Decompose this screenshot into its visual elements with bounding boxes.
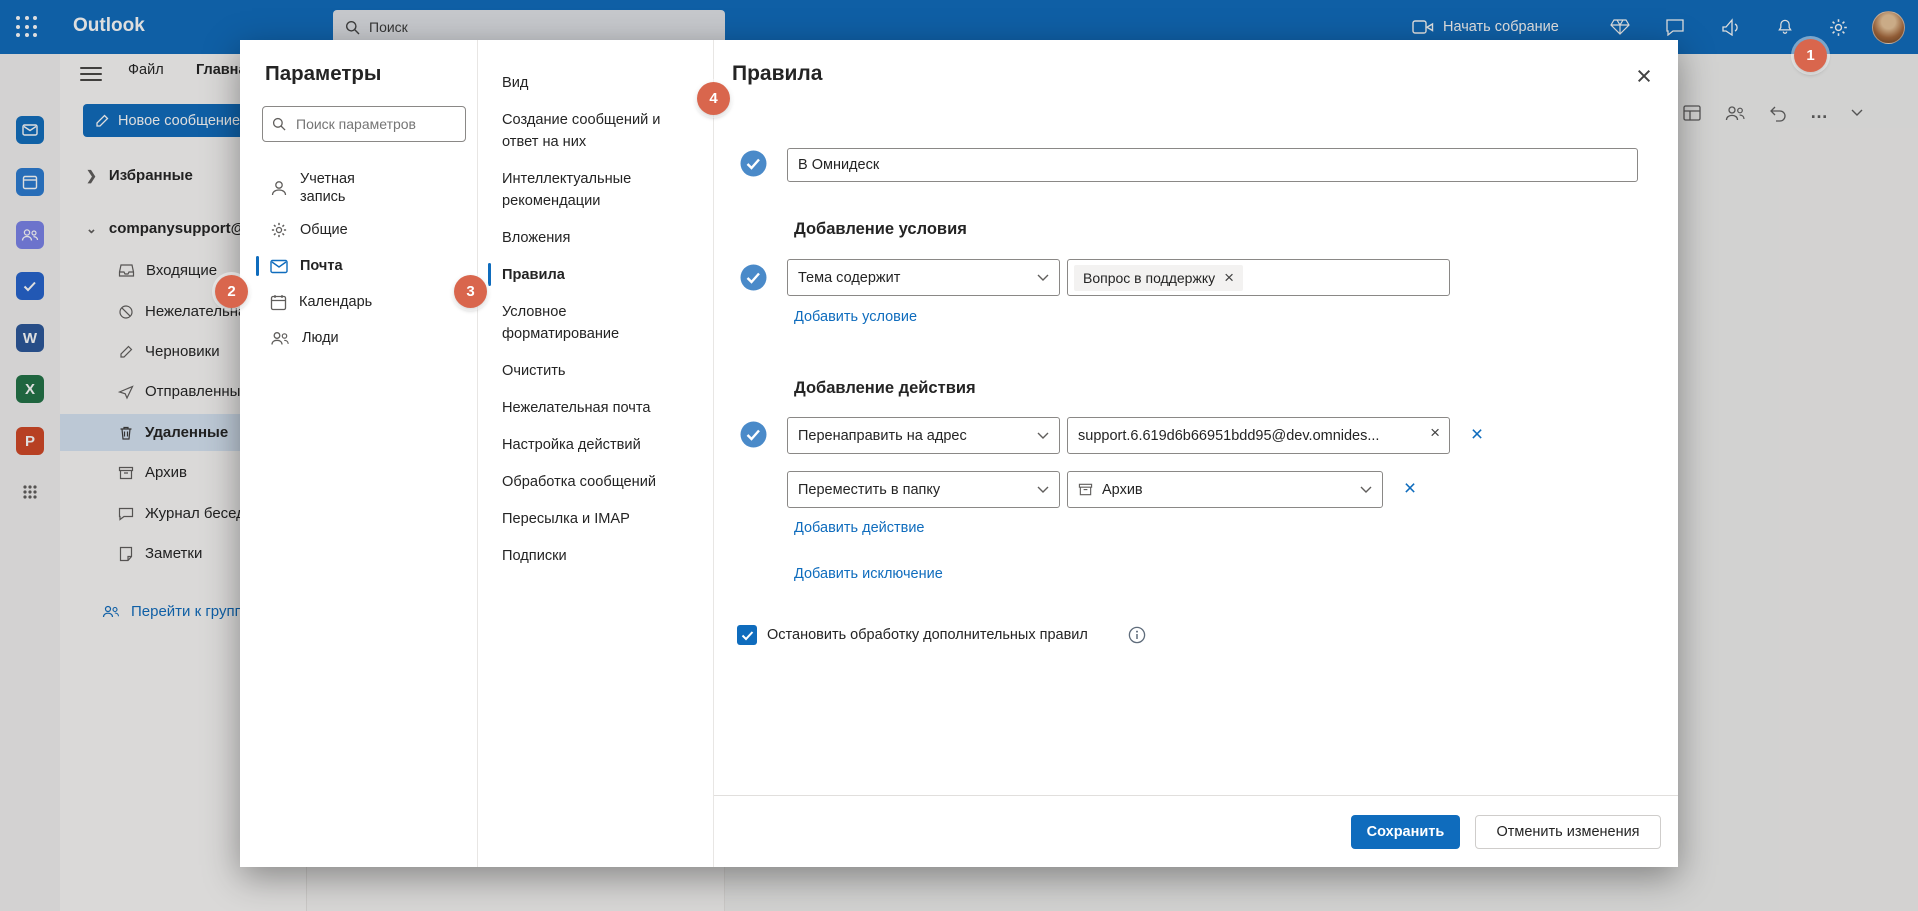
category-view[interactable]: Вид <box>478 64 713 101</box>
category-compose-reply[interactable]: Создание сообщений и ответ на них <box>478 101 693 160</box>
stop-processing-label: Остановить обработку дополнительных прав… <box>767 627 1088 643</box>
search-icon <box>272 117 286 131</box>
condition-select[interactable]: Тема содержит <box>787 259 1060 296</box>
remove-action2-icon[interactable]: × <box>1399 478 1421 501</box>
remove-action1-icon[interactable]: × <box>1466 424 1488 447</box>
person-icon <box>271 181 287 196</box>
nav-account[interactable]: Учетная запись <box>240 164 477 212</box>
chevron-down-icon <box>1037 486 1049 493</box>
settings-title: Параметры <box>265 62 382 85</box>
settings-modal: Параметры Учетная запись Общие Почта <box>240 40 1678 867</box>
chevron-down-icon <box>1037 432 1049 439</box>
screen: W X P Файл Главная Новое сообщение ❯ Изб… <box>0 0 1918 911</box>
remove-chip-icon[interactable]: × <box>1224 269 1234 286</box>
info-icon[interactable] <box>1128 626 1146 644</box>
category-sweep[interactable]: Очистить <box>478 352 713 389</box>
settings-search-input[interactable] <box>294 115 444 133</box>
rules-title: Правила <box>732 62 823 85</box>
action1-value-field[interactable]: × <box>1067 417 1450 454</box>
category-conditional-formatting[interactable]: Условное форматирование <box>478 293 658 352</box>
settings-search-field[interactable] <box>262 106 466 142</box>
add-condition-link[interactable]: Добавить условие <box>794 309 917 325</box>
action2-folder-select[interactable]: Архив <box>1067 471 1383 508</box>
save-button[interactable]: Сохранить <box>1351 815 1460 849</box>
action2-select[interactable]: Переместить в папку <box>787 471 1060 508</box>
annotation-badge-2: 2 <box>215 275 248 308</box>
calendar-icon <box>270 294 287 310</box>
condition-chip: Вопрос в поддержку × <box>1074 264 1244 291</box>
condition-value-field[interactable]: Вопрос в поддержку × <box>1067 259 1450 296</box>
clear-address-icon[interactable]: × <box>1430 424 1440 441</box>
add-exception-link[interactable]: Добавить исключение <box>794 566 943 582</box>
settings-nav: Учетная запись Общие Почта Календарь Люд… <box>240 164 477 356</box>
action1-address-input[interactable] <box>1068 427 1449 444</box>
category-customize-actions[interactable]: Настройка действий <box>478 426 713 463</box>
mail-icon <box>270 259 288 273</box>
people-icon <box>271 332 289 345</box>
nav-people[interactable]: Люди <box>240 320 477 356</box>
action1-select[interactable]: Перенаправить на адрес <box>787 417 1060 454</box>
annotation-badge-3: 3 <box>454 275 487 308</box>
rule-name-valid-icon <box>740 150 767 177</box>
stop-processing-checkbox[interactable] <box>737 625 757 645</box>
annotation-badge-1: 1 <box>1794 39 1827 72</box>
category-rules[interactable]: Правила <box>478 256 713 293</box>
condition-valid-icon <box>740 264 767 291</box>
check-icon <box>741 630 753 640</box>
gear-icon <box>271 222 287 238</box>
category-subscriptions[interactable]: Подписки <box>478 537 713 574</box>
action-valid-icon <box>740 421 767 448</box>
nav-mail[interactable]: Почта <box>240 248 477 284</box>
condition-section-heading: Добавление условия <box>794 220 967 238</box>
nav-general[interactable]: Общие <box>240 212 477 248</box>
category-smart-suggestions[interactable]: Интеллектуальные рекомендации <box>478 160 683 219</box>
category-message-handling[interactable]: Обработка сообщений <box>478 463 713 500</box>
settings-categories: Вид Создание сообщений и ответ на них Ин… <box>478 40 713 867</box>
rule-name-input[interactable] <box>787 148 1638 182</box>
action-section-heading: Добавление действия <box>794 379 976 397</box>
rules-panel: Правила × Добавление условия Тема содерж… <box>713 40 1678 867</box>
discard-button[interactable]: Отменить изменения <box>1475 815 1661 849</box>
category-forwarding-imap[interactable]: Пересылка и IMAP <box>478 500 713 537</box>
annotation-badge-4: 4 <box>697 82 730 115</box>
add-action-link[interactable]: Добавить действие <box>794 520 925 536</box>
close-icon[interactable]: × <box>1628 60 1660 92</box>
category-attachments[interactable]: Вложения <box>478 219 713 256</box>
chevron-down-icon <box>1037 274 1049 281</box>
chevron-down-icon <box>1360 486 1372 493</box>
settings-panel: Параметры Учетная запись Общие Почта <box>240 40 478 867</box>
footer-divider <box>714 795 1678 796</box>
nav-calendar[interactable]: Календарь <box>240 284 477 320</box>
category-junk-email[interactable]: Нежелательная почта <box>478 389 713 426</box>
archive-icon <box>1078 483 1093 496</box>
